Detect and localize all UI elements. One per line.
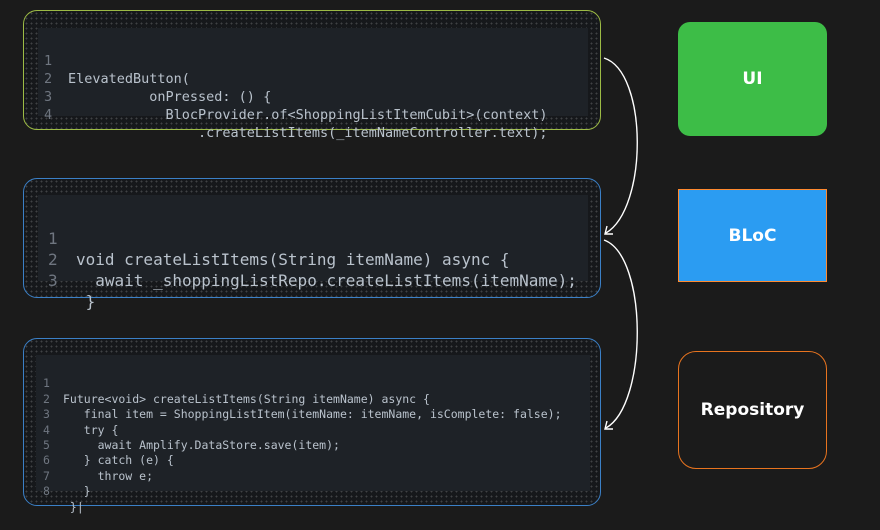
repository-layer-box: Repository — [678, 351, 827, 469]
bloc-to-repository-arrow — [603, 239, 638, 429]
ui-to-bloc-arrow — [603, 57, 638, 234]
ui-layer-label: UI — [742, 69, 763, 89]
bloc-layer-label: BLoC — [728, 225, 777, 246]
repository-layer-label: Repository — [700, 400, 805, 420]
ui-layer-box: UI — [678, 22, 827, 136]
bloc-layer-box: BLoC — [678, 189, 827, 282]
